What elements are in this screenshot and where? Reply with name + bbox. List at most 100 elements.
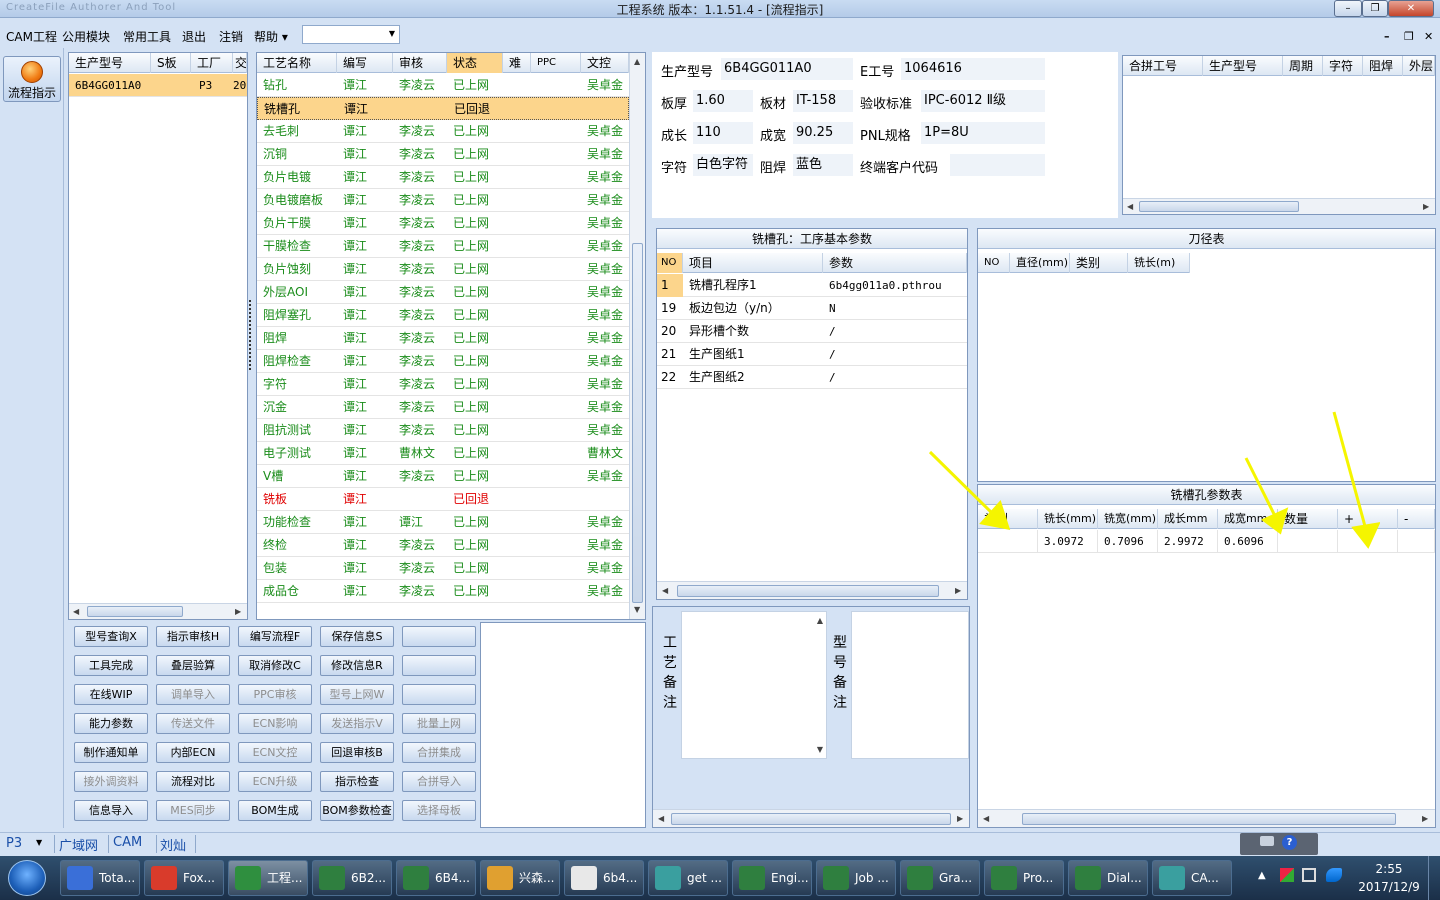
action-button[interactable]: ECN升级	[238, 771, 312, 792]
col-diameter[interactable]: 直径(mm)	[1010, 253, 1070, 273]
model-row[interactable]: 6B4GG011A0 P3 20	[69, 74, 247, 97]
process-row[interactable]: 负片电镀 谭江 李凌云 已上网 吴卓金	[257, 166, 629, 189]
action-button[interactable]: ECN文控	[238, 742, 312, 763]
action-button[interactable]: 流程对比	[156, 771, 230, 792]
action-button[interactable]: 批量上网	[402, 713, 476, 734]
col-tool-no[interactable]: NO	[978, 253, 1010, 273]
action-button[interactable]: 接外调资料	[74, 771, 148, 792]
action-button[interactable]: 发送指示V	[320, 713, 394, 734]
action-button[interactable]: 回退审核B	[320, 742, 394, 763]
col-char[interactable]: 字符	[1323, 56, 1363, 76]
process-row[interactable]: 阻抗测试 谭江 李凌云 已上网 吴卓金	[257, 419, 629, 442]
mdi-close-icon[interactable]: ✕	[1424, 30, 1433, 43]
action-button[interactable]: 指示审核H	[156, 626, 230, 647]
taskbar-app-button[interactable]: 6b4...	[564, 860, 644, 896]
action-button[interactable]: MES同步	[156, 800, 230, 821]
process-row[interactable]: V槽 谭江 李凌云 已上网 吴卓金	[257, 465, 629, 488]
taskbar-app-button[interactable]: Gra...	[900, 860, 980, 896]
taskbar-app-button[interactable]: 6B2...	[312, 860, 392, 896]
action-button[interactable]	[402, 655, 476, 676]
process-row[interactable]: 终检 谭江 李凌云 已上网 吴卓金	[257, 534, 629, 557]
col-cycle[interactable]: 周期	[1283, 56, 1323, 76]
show-desktop-button[interactable]	[1428, 856, 1440, 900]
process-row[interactable]: 干膜检查 谭江 李凌云 已上网 吴卓金	[257, 235, 629, 258]
taskbar-app-button[interactable]: 6B4...	[396, 860, 476, 896]
hscroll-thumb[interactable]	[677, 585, 939, 597]
vscroll-thumb[interactable]	[632, 243, 643, 603]
taskbar-app-button[interactable]: get ...	[648, 860, 728, 896]
col-model[interactable]: 生产型号	[69, 53, 151, 73]
action-button[interactable]: 叠层验算	[156, 655, 230, 676]
splitter-handle[interactable]	[249, 300, 254, 370]
param-row[interactable]: 21 生产图纸1 /	[657, 343, 967, 366]
action-button[interactable]: 取消修改C	[238, 655, 312, 676]
col-tool-type[interactable]: 类别	[1070, 253, 1128, 273]
process-row[interactable]: 负片蚀刻 谭江 李凌云 已上网 吴卓金	[257, 258, 629, 281]
col-param[interactable]: 参数	[823, 253, 967, 273]
action-button[interactable]: 信息导入	[74, 800, 148, 821]
help-icon[interactable]: ?	[1282, 835, 1297, 850]
clock-date[interactable]: 2017/12/9	[1356, 880, 1422, 894]
process-row[interactable]: 负片干膜 谭江 李凌云 已上网 吴卓金	[257, 212, 629, 235]
mdi-restore-icon[interactable]: ❐	[1404, 30, 1414, 43]
action-button[interactable]	[402, 626, 476, 647]
taskbar-app-button[interactable]: Tota...	[60, 860, 140, 896]
tray-expand-icon[interactable]: ▲	[1258, 870, 1266, 881]
action-button[interactable]: 调单导入	[156, 684, 230, 705]
col-reviewer[interactable]: 审核	[393, 53, 447, 73]
col-sboard[interactable]: S板	[151, 53, 191, 73]
hscroll-thumb[interactable]	[671, 813, 951, 825]
action-button[interactable]: 制作通知单	[74, 742, 148, 763]
scroll-down-icon[interactable]: ▼	[634, 605, 640, 614]
slot-hscroll[interactable]: ◀ ▶	[978, 809, 1435, 827]
process-row[interactable]: 包装 谭江 李凌云 已上网 吴卓金	[257, 557, 629, 580]
language-bar[interactable]: ?	[1240, 833, 1318, 855]
process-row[interactable]: 阻焊 谭江 李凌云 已上网 吴卓金	[257, 327, 629, 350]
process-row[interactable]: 负电镀磨板 谭江 李凌云 已上网 吴卓金	[257, 189, 629, 212]
param-row[interactable]: 19 板边包边（y/n） N	[657, 297, 967, 320]
taskbar-app-button[interactable]: CA...	[1152, 860, 1232, 896]
action-button[interactable]: 内部ECN	[156, 742, 230, 763]
col-merge-eno[interactable]: 合拼工号	[1123, 56, 1203, 76]
taskbar-app-button[interactable]: 工程...	[228, 860, 308, 896]
flow-indicator-button[interactable]: 流程指示	[3, 56, 61, 102]
tray-app-icon[interactable]	[1280, 868, 1294, 882]
col-writer[interactable]: 编写	[337, 53, 393, 73]
network-icon[interactable]	[1302, 868, 1316, 882]
col-status[interactable]: 状态	[447, 53, 503, 73]
scroll-left-icon[interactable]: ◀	[983, 814, 989, 823]
process-row[interactable]: 钻孔 谭江 李凌云 已上网 吴卓金	[257, 74, 629, 97]
action-button[interactable]: 型号上网W	[320, 684, 394, 705]
col-mill-length[interactable]: 铣长(m)	[1128, 253, 1190, 273]
action-button[interactable]: 型号查询X	[74, 626, 148, 647]
action-button[interactable]: BOM生成	[238, 800, 312, 821]
scroll-down-icon[interactable]: ▼	[817, 745, 823, 754]
action-button[interactable]: 合拼导入	[402, 771, 476, 792]
process-row[interactable]: 沉金 谭江 李凌云 已上网 吴卓金	[257, 396, 629, 419]
process-row[interactable]: 功能检查 谭江 谭江 已上网 吴卓金	[257, 511, 629, 534]
action-button[interactable]: BOM参数检查	[320, 800, 394, 821]
taskbar-app-button[interactable]: Pro...	[984, 860, 1064, 896]
scroll-left-icon[interactable]: ◀	[1127, 202, 1133, 211]
action-button[interactable]: 编写流程F	[238, 626, 312, 647]
mdi-minimize-icon[interactable]: –	[1384, 30, 1390, 43]
scroll-right-icon[interactable]: ▶	[1423, 202, 1429, 211]
col-merge-model[interactable]: 生产型号	[1203, 56, 1283, 76]
hscroll-thumb[interactable]	[87, 606, 183, 617]
action-button[interactable]: 在线WIP	[74, 684, 148, 705]
scroll-up-icon[interactable]: ▲	[817, 616, 823, 625]
close-button[interactable]: ✕	[1388, 0, 1434, 17]
col-doc-control[interactable]: 文控	[581, 53, 629, 73]
process-row[interactable]: 沉铜 谭江 李凌云 已上网 吴卓金	[257, 143, 629, 166]
taskbar-app-button[interactable]: Engi...	[732, 860, 812, 896]
col-minus[interactable]: -	[1398, 509, 1435, 529]
menu-combobox[interactable]: ▼	[302, 25, 400, 44]
model-list-hscroll[interactable]: ◀ ▶	[69, 603, 247, 619]
col-mask[interactable]: 阻焊	[1363, 56, 1403, 76]
menu-cam[interactable]: CAM工程	[6, 28, 57, 45]
process-row[interactable]: 阻焊塞孔 谭江 李凌云 已上网 吴卓金	[257, 304, 629, 327]
action-button[interactable]: 工具完成	[74, 655, 148, 676]
scroll-left-icon[interactable]: ◀	[73, 607, 79, 616]
taskbar-app-button[interactable]: Dial...	[1068, 860, 1148, 896]
process-row[interactable]: 电子测试 谭江 曹林文 已上网 曹林文	[257, 442, 629, 465]
